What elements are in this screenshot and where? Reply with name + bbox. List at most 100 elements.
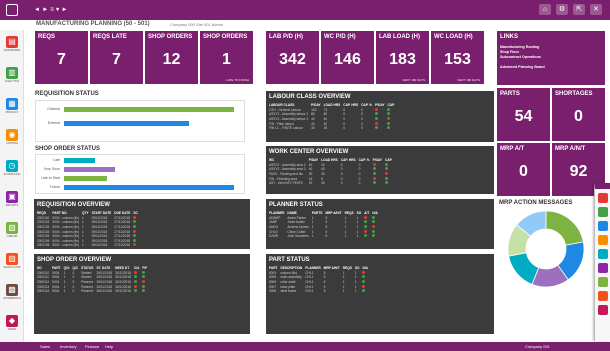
floating-app-icon-7[interactable] bbox=[597, 291, 608, 301]
table-cell: 2000114 bbox=[37, 289, 50, 294]
status-dot-icon bbox=[364, 215, 368, 219]
workbench-icon: ▩ bbox=[6, 284, 18, 296]
kpi-tile-mrp-a-t[interactable]: MRP A/T 0 bbox=[497, 143, 550, 196]
links-title: LINKS bbox=[500, 34, 518, 40]
footer-link-finance[interactable]: Finance bbox=[85, 344, 99, 349]
link-manufacturing-routing[interactable]: Manufacturing Routing bbox=[500, 45, 539, 49]
sidebar-item-analytics[interactable]: ▥ ANALYTICS bbox=[2, 67, 22, 83]
status-dot-icon bbox=[364, 224, 368, 228]
table-cell: ASSY3 - Assembly labour 3 bbox=[269, 116, 309, 121]
kpi-value: 12 bbox=[162, 51, 181, 69]
work-center-table: WC P/DAY LOAD HRS CAP. HRS CAP. % P/DAY CAP. AS… bbox=[269, 158, 395, 185]
sidebar-item-label: DASHBOARD bbox=[3, 49, 21, 52]
expand-icon[interactable]: ⇱ bbox=[573, 4, 585, 15]
floating-app-icon-3[interactable] bbox=[597, 235, 608, 245]
status-dot-icon bbox=[362, 289, 366, 293]
link-advanced-planning-board[interactable]: Advanced Planning Board bbox=[500, 65, 545, 69]
table-row[interactable]: 2000114 5004 1 0 Planned 26/11/2018 30/11/2018 bbox=[37, 289, 150, 294]
table-row[interactable]: DZMR Josh Saunders 1 5 1 1 bbox=[269, 234, 381, 239]
kpi-tile-wc-load-h-[interactable]: WC LOAD (H) 153 NEXT 180 DAYS bbox=[431, 31, 484, 84]
nav-arrows[interactable]: ◄ ► ≡ ▾ ► bbox=[34, 6, 68, 13]
footer-link-help[interactable]: Help bbox=[105, 344, 113, 349]
bar-label: Entered bbox=[47, 120, 60, 125]
left-sidebar: ▤ DASHBOARD ▥ ANALYTICS ▦ PRODUCT ◉ COSTING ◷ SCH… bbox=[0, 30, 24, 342]
links-panel: LINKS Manufacturing Routing Shop Floor S… bbox=[497, 31, 605, 85]
floating-app-icon-1[interactable] bbox=[597, 207, 608, 217]
donut-slice-3[interactable] bbox=[508, 252, 540, 285]
sidebar-item-workbench[interactable]: ▩ WORKBENCH bbox=[2, 284, 22, 300]
sidebar-item-labour[interactable]: ▧ LABOUR bbox=[2, 222, 22, 238]
table-row[interactable]: 5008 steel frame CHL1 5 1 1 bbox=[269, 289, 371, 294]
sidebar-item-scheduling[interactable]: ◷ SCHEDULING bbox=[2, 160, 22, 176]
bar-entered bbox=[64, 121, 190, 126]
shop-order-overview-title: SHOP ORDER OVERVIEW bbox=[37, 257, 112, 263]
sidebar-item-label: ANALYTICS bbox=[4, 80, 20, 83]
title-bar: MANUFACTURING PLANNING (50 - 501) Compan… bbox=[0, 20, 610, 30]
link-subcontract-operations[interactable]: Subcontract Operations bbox=[500, 55, 541, 59]
table-cell: 0 bbox=[361, 126, 363, 131]
status-dot-icon bbox=[133, 229, 137, 233]
kpi-tile-shop-orders[interactable]: SHOP ORDERS 1 LATE TO FINISH bbox=[200, 31, 253, 84]
kpi-tile-shop-orders[interactable]: SHOP ORDERS 12 bbox=[145, 31, 198, 84]
labour-icon: ▧ bbox=[6, 222, 18, 234]
product-icon: ▦ bbox=[6, 98, 18, 110]
bar-very-soon bbox=[64, 167, 115, 172]
sidebar-item-label: WORKBENCH bbox=[3, 297, 21, 300]
kpi-value: 54 bbox=[514, 108, 533, 125]
part-status-title: PART STATUS bbox=[269, 257, 310, 263]
status-dot-icon bbox=[372, 229, 376, 233]
kpi-tile-parts[interactable]: PARTS 54 bbox=[497, 88, 550, 141]
bar-label: Future bbox=[49, 184, 60, 189]
sidebar-item-product[interactable]: ▦ PRODUCT bbox=[2, 98, 22, 114]
kpi-tile-lab-load-h-[interactable]: LAB LOAD (H) 183 NEXT 180 DAYS bbox=[376, 31, 429, 84]
close-icon[interactable]: ✕ bbox=[590, 4, 602, 15]
sidebar-item-dashboard[interactable]: ▤ DASHBOARD bbox=[2, 36, 22, 52]
kpi-value: 92 bbox=[569, 163, 588, 180]
table-header-row: LABOUR CLASS P/DAY LOAD HRS CAP. HRS CAP. % P… bbox=[269, 103, 398, 108]
donut-slice-0[interactable] bbox=[545, 210, 584, 246]
table-row[interactable]: 2002106 5004 - column (fin) 1 09/11/2018 27/… bbox=[37, 243, 141, 248]
table-cell: PACK - Packing and dis bbox=[269, 171, 303, 176]
sidebar-item-costing[interactable]: ◉ COSTING bbox=[2, 129, 22, 145]
table-cell: 30 bbox=[311, 126, 315, 131]
status-dot-icon bbox=[387, 121, 391, 125]
bar-late-to-start bbox=[64, 176, 107, 181]
floating-app-icon-4[interactable] bbox=[597, 249, 608, 259]
home-icon[interactable]: ⌂ bbox=[539, 4, 551, 15]
sidebar-item-reports[interactable]: ▣ REPORTS bbox=[2, 191, 22, 207]
sidebar-item-shop-floor[interactable]: ▨ SHOP FLOOR bbox=[2, 253, 22, 269]
floating-app-icon-0[interactable] bbox=[597, 193, 608, 203]
table-cell: 1 bbox=[356, 234, 359, 239]
table-row[interactable]: ASY - Next ASY FINITE 20 35 0 0 bbox=[269, 181, 395, 186]
kpi-tile-reqs[interactable]: REQS 7 bbox=[35, 31, 88, 84]
menu-icon[interactable] bbox=[6, 4, 18, 16]
chart-icon: ▥ bbox=[6, 67, 18, 79]
kpi-label: LAB LOAD (H) bbox=[379, 34, 420, 40]
kpi-value: 342 bbox=[279, 51, 306, 69]
footer-link-inventory[interactable]: Inventory bbox=[60, 344, 76, 349]
bar-label: Very Soon bbox=[43, 166, 60, 171]
table-row[interactable]: FIN LC - FINITE Labour 30 25 0 0 bbox=[269, 126, 398, 131]
floating-app-icon-2[interactable] bbox=[597, 221, 608, 231]
settings-icon[interactable]: ⚙ bbox=[556, 4, 568, 15]
status-dot-icon bbox=[362, 279, 366, 283]
floating-app-icon-6[interactable] bbox=[597, 277, 608, 287]
kpi-tile-lab-p-d-h-[interactable]: LAB P/D (H) 342 bbox=[266, 31, 319, 84]
kpi-tile-wc-p-d-h-[interactable]: WC P/D (H) 146 bbox=[321, 31, 374, 84]
status-dot-icon bbox=[385, 171, 389, 175]
requisition-status-chart: Ordered Entered bbox=[35, 100, 245, 142]
top-bar: ◄ ► ≡ ▾ ► ⌂ ⚙ ⇱ ✕ bbox=[0, 0, 610, 20]
dashboard-icon: ▤ bbox=[6, 36, 18, 48]
footer-link-sales[interactable]: Sales bbox=[40, 344, 50, 349]
kpi-label: REQS LATE bbox=[93, 34, 127, 40]
table-cell: 5004 - column (fin) bbox=[52, 220, 79, 225]
link-shop-floor[interactable]: Shop Floor bbox=[500, 50, 519, 54]
kpi-tile-reqs-late[interactable]: REQS LATE 7 bbox=[90, 31, 143, 84]
table-cell: 5004 - column (fin) bbox=[52, 215, 79, 220]
floating-app-icon-5[interactable] bbox=[597, 263, 608, 273]
kpi-value: 183 bbox=[389, 51, 416, 69]
table-header-row: PART DESCRIPTION PLANNER MRP A/N/T REQS SO N/A bbox=[269, 266, 371, 271]
sidebar-item-admin[interactable]: ◆ ADMIN bbox=[2, 315, 22, 331]
kpi-tile-shortages[interactable]: SHORTAGES 0 bbox=[552, 88, 605, 141]
floating-app-icon-8[interactable] bbox=[597, 305, 608, 315]
